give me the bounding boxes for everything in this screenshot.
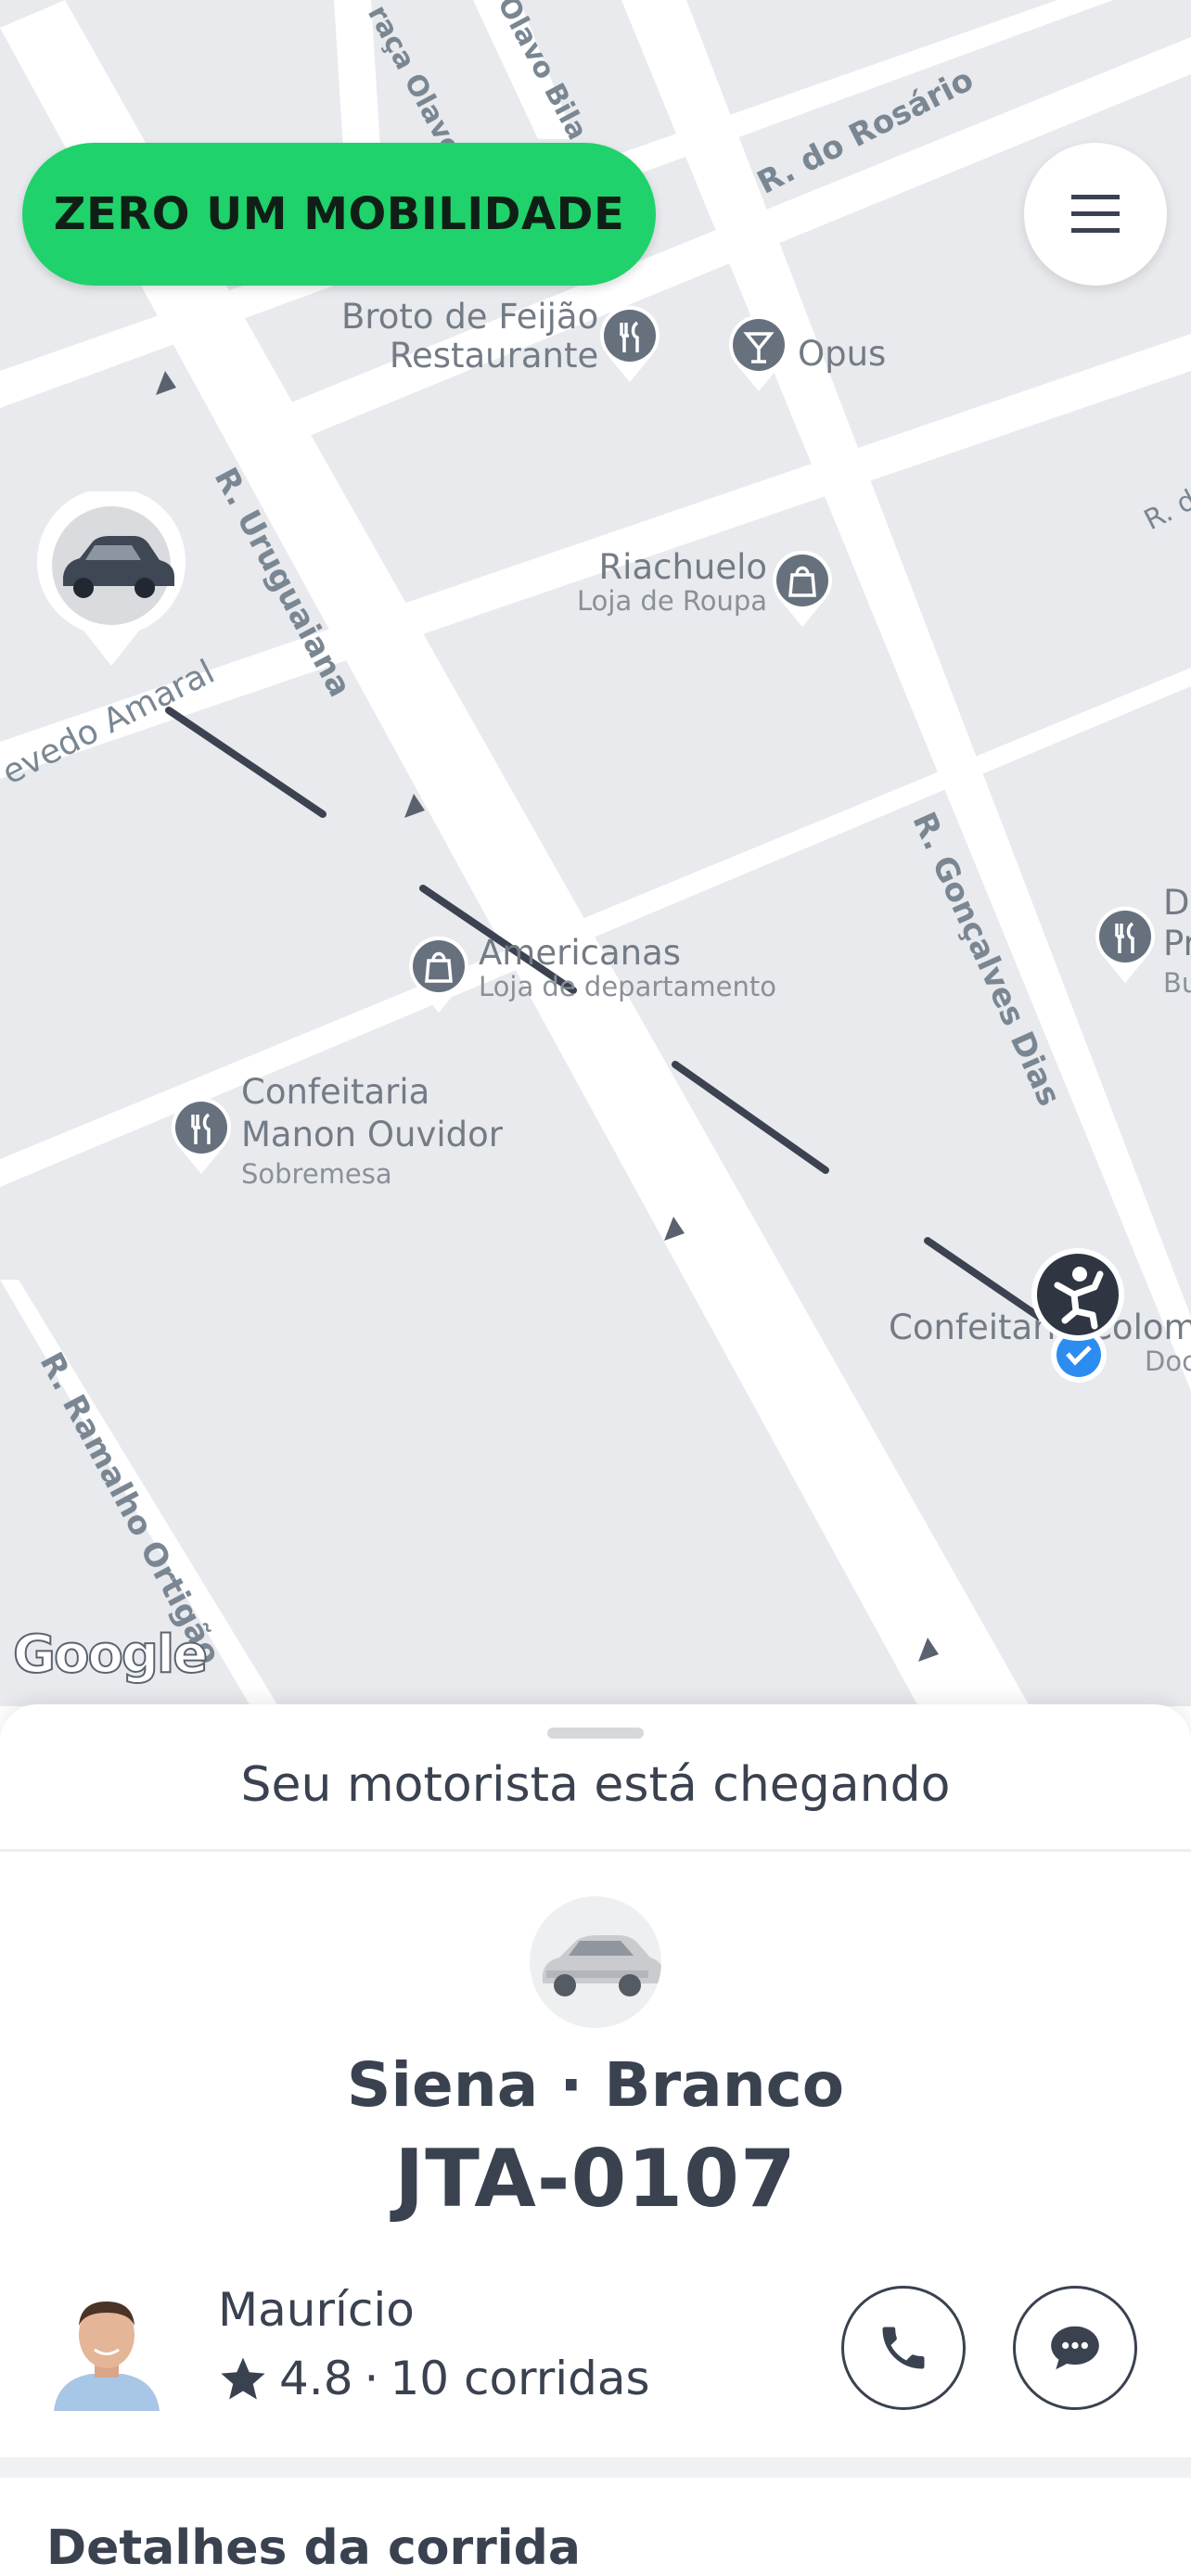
- restaurant-icon[interactable]: [596, 302, 664, 386]
- driver-photo: [54, 2302, 160, 2411]
- car-icon: [543, 1935, 661, 1996]
- poi-title: Manon Ouvidor: [241, 1115, 503, 1154]
- driver-avatar: [46, 2281, 167, 2411]
- restaurant-icon[interactable]: [1091, 903, 1159, 987]
- menu-button[interactable]: [1024, 143, 1167, 286]
- phone-icon: [882, 2327, 925, 2369]
- poi-title: Pr: [1163, 924, 1191, 963]
- vehicle-thumbnail: [530, 1896, 661, 2028]
- poi-subtitle: Sobremesa: [241, 1158, 392, 1190]
- chat-button[interactable]: [1013, 2286, 1137, 2410]
- poi-title: Opus: [798, 334, 887, 374]
- section-divider: [0, 2457, 1191, 2478]
- bar-icon[interactable]: [724, 312, 793, 395]
- google-attribution: Google: [12, 1624, 209, 1686]
- driver-name: Maurício: [218, 2283, 415, 2337]
- shopping-bag-icon[interactable]: [768, 547, 837, 631]
- poi-label[interactable]: Americanas Loja de departamento: [479, 931, 776, 1003]
- hamburger-menu-icon: [1071, 195, 1120, 233]
- divider: [0, 1849, 1191, 1852]
- driver-rating: 4.8: [279, 2352, 353, 2405]
- poi-subtitle: Loja de departamento: [479, 971, 776, 1002]
- vehicle-plate: JTA-0107: [394, 2133, 797, 2225]
- sheet-drag-handle[interactable]: [547, 1728, 644, 1739]
- vehicle-model: Siena · Branco: [346, 2049, 845, 2121]
- poi-title: Broto de Feijão: [341, 297, 599, 337]
- ride-status: Seu motorista está chegando: [240, 1757, 951, 1813]
- poi-title: Confeitaria: [241, 1072, 430, 1112]
- star-icon: [221, 2357, 265, 2400]
- poi-subtitle: Doc: [1145, 1345, 1191, 1377]
- separator: ·: [364, 2352, 379, 2405]
- poi-label[interactable]: Riachuelo Loja de Roupa: [577, 545, 767, 618]
- poi-label[interactable]: D Pr Bu: [1163, 881, 1191, 1000]
- brand-badge[interactable]: ZERO UM MOBILIDADE: [22, 143, 656, 286]
- driver-rides: 10 corridas: [390, 2352, 650, 2405]
- call-button[interactable]: [841, 2286, 966, 2410]
- brand-name: ZERO UM MOBILIDADE: [53, 188, 625, 240]
- restaurant-icon[interactable]: [167, 1094, 236, 1178]
- driver-car-marker-icon[interactable]: [35, 491, 187, 668]
- poi-label[interactable]: Broto de Feijão Restaurante: [341, 295, 598, 378]
- poi-title: Restaurante: [389, 336, 599, 376]
- poi-title: Riachuelo: [598, 547, 768, 587]
- pickup-person-icon[interactable]: [1030, 1246, 1126, 1343]
- poi-subtitle: Loja de Roupa: [577, 585, 768, 617]
- chat-bubble-icon: [1051, 2326, 1099, 2370]
- driver-rating-row: 4.8 · 10 corridas: [218, 2352, 650, 2405]
- poi-label[interactable]: Confeitaria Manon Ouvidor Sobremesa: [241, 1070, 503, 1191]
- ride-details-title[interactable]: Detalhes da corrida: [46, 2520, 581, 2576]
- shopping-bag-icon[interactable]: [404, 933, 473, 1016]
- poi-title: D: [1163, 883, 1190, 923]
- poi-subtitle: Bu: [1163, 967, 1191, 999]
- poi-title: Americanas: [479, 933, 682, 973]
